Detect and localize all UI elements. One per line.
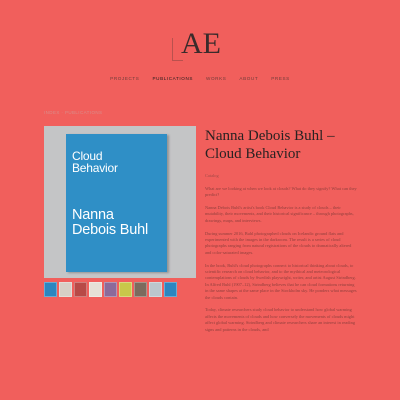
description-paragraph: In the book, Buhl's cloud photographs co… xyxy=(205,262,357,300)
thumbnail-3[interactable] xyxy=(74,282,87,297)
publication-main-image[interactable]: Cloud Behavior Nanna Debois Buhl xyxy=(44,126,196,278)
cover-title-line-2: Behavior xyxy=(72,161,118,175)
thumbnail-6[interactable] xyxy=(119,282,132,297)
cover-author-line-1: Nanna xyxy=(72,207,114,223)
thumbnail-7[interactable] xyxy=(134,282,147,297)
nav-projects[interactable]: PROJECTS xyxy=(110,76,139,81)
nav-about[interactable]: ABOUT xyxy=(239,76,258,81)
nav-works[interactable]: WORKS xyxy=(206,76,226,81)
thumbnail-5[interactable] xyxy=(104,282,117,297)
thumbnail-1[interactable] xyxy=(44,282,57,297)
publication-title-line-1: Nanna Debois Buhl – xyxy=(205,128,335,144)
description-paragraph: Today, climate researchers study cloud b… xyxy=(205,307,356,332)
publication-category[interactable]: Catalog xyxy=(205,173,358,179)
description-paragraph: During summer 2016, Buhl photographed cl… xyxy=(205,230,352,255)
thumbnail-4[interactable] xyxy=(89,282,102,297)
publication-title-line-2: Cloud Behavior xyxy=(205,146,301,162)
breadcrumb[interactable]: Index · Publications xyxy=(44,110,102,115)
thumbnail-9[interactable] xyxy=(164,282,177,297)
nav-publications[interactable]: PUBLICATIONS xyxy=(152,76,193,81)
publication-description: Catalog What are we looking at when we l… xyxy=(205,173,358,339)
logo-text: AE xyxy=(181,27,221,60)
nav-press[interactable]: PRESS xyxy=(271,76,290,81)
publication-title: Nanna Debois Buhl – Cloud Behavior xyxy=(205,127,375,163)
description-paragraph: What are we looking at when we look at c… xyxy=(205,185,357,198)
thumbnail-2[interactable] xyxy=(59,282,72,297)
book-cover: Cloud Behavior Nanna Debois Buhl xyxy=(66,134,167,272)
thumbnail-8[interactable] xyxy=(149,282,162,297)
main-navigation: PROJECTS PUBLICATIONS WORKS ABOUT PRESS xyxy=(0,76,400,81)
description-paragraph: Nanna Debois Buhl's artist's book Cloud … xyxy=(205,205,354,223)
thumbnail-strip xyxy=(44,282,177,297)
site-logo[interactable]: AE xyxy=(168,26,232,62)
cover-author-line-2: Debois Buhl xyxy=(72,222,148,238)
